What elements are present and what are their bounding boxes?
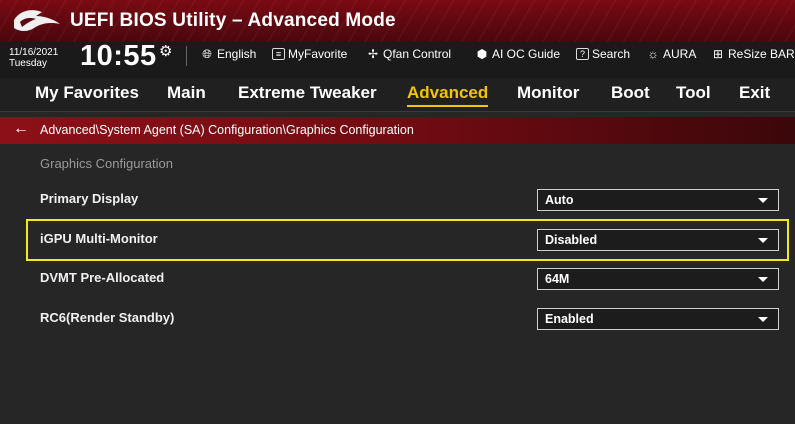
rc6-render-standby-value: Enabled <box>545 312 594 326</box>
resize-bar-icon: ⊞ <box>712 47 724 61</box>
chevron-down-icon <box>758 238 768 243</box>
aura-label: AURA <box>663 47 697 61</box>
app-title: UEFI BIOS Utility – Advanced Mode <box>70 10 396 31</box>
rog-logo <box>14 10 60 32</box>
resize-bar-label: ReSize BAR <box>728 47 795 61</box>
gear-icon[interactable]: ⚙ <box>159 42 172 60</box>
section-title: Graphics Configuration <box>40 156 173 171</box>
dvmt-pre-allocated-value: 64M <box>545 272 570 286</box>
chevron-down-icon <box>758 198 768 203</box>
tab-main[interactable]: Main <box>167 83 206 103</box>
myfavorite-button[interactable]: ≡ MyFavorite <box>272 47 347 61</box>
setting-label-igpu-multi-monitor: iGPU Multi-Monitor <box>40 231 158 246</box>
tab-advanced[interactable]: Advanced <box>407 83 489 107</box>
dvmt-pre-allocated-select[interactable]: 64M <box>537 268 779 290</box>
aura-icon: ☼ <box>647 47 659 61</box>
qfan-control-button[interactable]: ✢ Qfan Control <box>366 47 451 61</box>
language-label: English <box>217 47 257 61</box>
resize-bar-button[interactable]: ⊞ ReSize BAR <box>711 47 795 61</box>
clock: 10:55 <box>80 40 157 72</box>
setting-label-rc6-render-standby: RC6(Render Standby) <box>40 310 175 325</box>
language-button[interactable]: 🌐︎ English <box>200 46 257 62</box>
tab-extreme-tweaker[interactable]: Extreme Tweaker <box>238 83 377 103</box>
setting-label-primary-display: Primary Display <box>40 191 139 206</box>
globe-icon: 🌐︎ <box>202 46 212 61</box>
igpu-multi-monitor-value: Disabled <box>545 233 598 247</box>
primary-display-select[interactable]: Auto <box>537 189 779 211</box>
back-arrow-icon[interactable]: ← <box>13 120 29 138</box>
ai-oc-guide-button[interactable]: ⬢ AI OC Guide <box>475 47 560 61</box>
search-icon: ? <box>576 48 589 60</box>
breadcrumb: Advanced\System Agent (SA) Configuration… <box>40 123 414 137</box>
search-label: Search <box>592 47 631 61</box>
weekday-text: Tuesday <box>9 58 47 69</box>
divider <box>186 46 187 66</box>
tab-my-favorites[interactable]: My Favorites <box>35 83 139 103</box>
tab-tool[interactable]: Tool <box>676 83 711 103</box>
date-display: 11/16/2021 Tuesday <box>9 47 58 69</box>
ai-oc-icon: ⬢ <box>476 47 488 61</box>
search-button[interactable]: ? Search <box>576 47 630 61</box>
chevron-down-icon <box>758 317 768 322</box>
date-text: 11/16/2021 <box>9 47 59 58</box>
fan-icon: ✢ <box>367 47 379 61</box>
setting-label-dvmt-pre-allocated: DVMT Pre-Allocated <box>40 270 165 285</box>
qfan-control-label: Qfan Control <box>383 47 452 61</box>
igpu-multi-monitor-select[interactable]: Disabled <box>537 229 779 251</box>
myfavorite-label: MyFavorite <box>288 47 348 61</box>
ai-oc-guide-label: AI OC Guide <box>492 47 561 61</box>
tab-monitor[interactable]: Monitor <box>517 83 579 103</box>
aura-button[interactable]: ☼ AURA <box>646 47 697 61</box>
chevron-down-icon <box>758 277 768 282</box>
rc6-render-standby-select[interactable]: Enabled <box>537 308 779 330</box>
favorite-icon: ≡ <box>272 48 285 60</box>
tab-boot[interactable]: Boot <box>611 83 650 103</box>
primary-display-value: Auto <box>545 193 574 207</box>
tab-exit[interactable]: Exit <box>739 83 770 103</box>
